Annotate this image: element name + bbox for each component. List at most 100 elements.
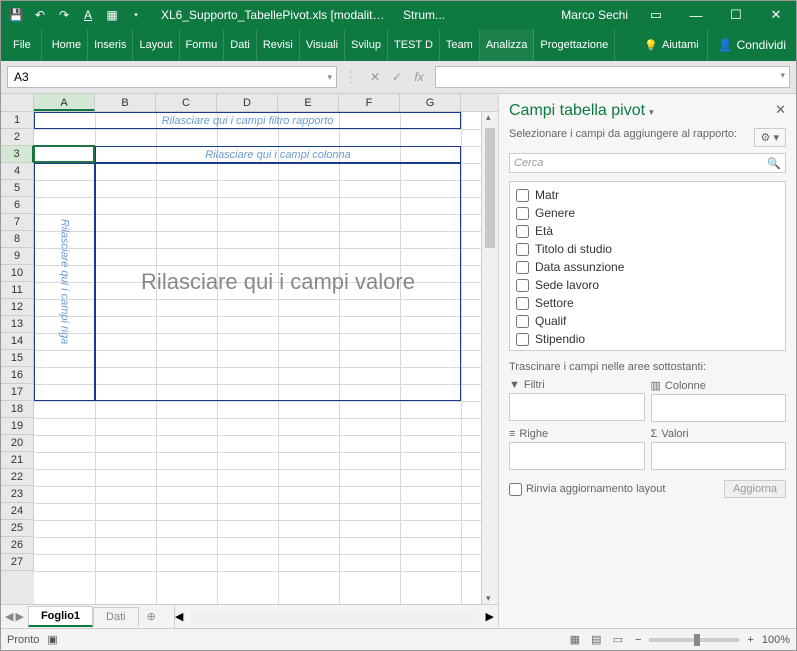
view-pagebreak-icon[interactable]: ▭ [609,634,627,646]
row-header-14[interactable]: 14 [1,333,34,350]
field-checkbox[interactable] [516,297,529,310]
field-list[interactable]: MatrGenereEtàTitolo di studioData assunz… [509,181,786,351]
field-item[interactable]: Qualif [514,312,781,330]
row-header-26[interactable]: 26 [1,537,34,554]
pivot-values-drop[interactable]: Rilasciare qui i campi valore [95,163,461,401]
row-header-23[interactable]: 23 [1,486,34,503]
tab-view[interactable]: Visuali [300,29,345,61]
update-button[interactable]: Aggiorna [724,480,786,498]
row-header-3[interactable]: 3 [1,146,34,163]
add-sheet-icon[interactable]: ⊕ [139,610,164,623]
pane-layout-gear[interactable]: ⚙ ▾ [754,128,786,147]
view-pagelayout-icon[interactable]: ▤ [587,634,605,646]
close-icon[interactable]: ✕ [756,1,796,29]
tab-test[interactable]: TEST D [388,29,440,61]
redo-icon[interactable]: ↷ [55,6,73,24]
row-header-27[interactable]: 27 [1,554,34,571]
field-checkbox[interactable] [516,189,529,202]
row-header-17[interactable]: 17 [1,384,34,401]
field-item[interactable]: Genere [514,204,781,222]
tab-formulas[interactable]: Formu [180,29,225,61]
formula-input[interactable] [435,66,790,88]
qat-more-icon[interactable]: ▦ [103,6,121,24]
sheet-tab-foglio1[interactable]: Foglio1 [28,606,93,627]
row-header-1[interactable]: 1 [1,112,34,129]
row-header-8[interactable]: 8 [1,231,34,248]
pane-title-dropdown-icon[interactable]: ▾ [649,107,654,117]
col-header-D[interactable]: D [217,94,278,111]
tell-me[interactable]: 💡Aiutami [636,29,706,61]
field-item[interactable]: Sede lavoro [514,276,781,294]
enter-icon[interactable]: ✓ [387,70,407,84]
row-header-13[interactable]: 13 [1,316,34,333]
ribbon-options-icon[interactable]: ▭ [636,1,676,29]
save-icon[interactable]: 💾 [7,6,25,24]
pane-close-icon[interactable]: ✕ [775,102,786,118]
row-header-20[interactable]: 20 [1,435,34,452]
undo-icon[interactable]: ↶ [31,6,49,24]
select-all-corner[interactable] [1,94,34,111]
horizontal-scrollbar[interactable]: ◀▶ [174,605,498,628]
row-header-10[interactable]: 10 [1,265,34,282]
qat-dropdown-icon[interactable]: ▾ [127,6,145,24]
zoom-level[interactable]: 100% [762,634,790,646]
field-item[interactable]: Data assunzione [514,258,781,276]
tab-data[interactable]: Dati [224,29,257,61]
row-header-2[interactable]: 2 [1,129,34,146]
field-search-input[interactable]: Cerca 🔍 [509,153,786,173]
field-item[interactable]: Età [514,222,781,240]
tab-design[interactable]: Progettazione [534,29,615,61]
tab-review[interactable]: Revisi [257,29,300,61]
sheet-nav-prev-icon[interactable]: ◀ [5,610,13,623]
vertical-scrollbar[interactable] [481,112,498,604]
pivot-columns-drop[interactable]: Rilasciare qui i campi colonna [95,146,461,163]
row-header-7[interactable]: 7 [1,214,34,231]
row-header-6[interactable]: 6 [1,197,34,214]
cell-grid[interactable]: Rilasciare qui i campi filtro rapporto R… [34,112,481,604]
fx-icon[interactable]: fx [409,70,429,84]
field-checkbox[interactable] [516,279,529,292]
col-header-A[interactable]: A [34,94,95,111]
tab-analyze[interactable]: Analizza [480,29,535,61]
zoom-slider[interactable] [649,638,739,642]
tab-home[interactable]: Home [46,29,88,61]
sheet-nav-next-icon[interactable]: ▶ [15,610,23,623]
zoom-out-icon[interactable]: − [635,634,641,646]
name-box[interactable]: A3 [7,66,337,88]
row-header-24[interactable]: 24 [1,503,34,520]
sheet-tab-dati[interactable]: Dati [93,607,139,626]
row-header-18[interactable]: 18 [1,401,34,418]
contextual-tab-label[interactable]: Strum... [399,8,449,22]
row-header-25[interactable]: 25 [1,520,34,537]
pivot-rows-drop[interactable]: Rilasciare qui i campi riga [34,163,95,401]
col-header-F[interactable]: F [339,94,400,111]
field-item[interactable]: Titolo di studio [514,240,781,258]
maximize-icon[interactable]: ☐ [716,1,756,29]
tab-insert[interactable]: Inseris [88,29,133,61]
zoom-in-icon[interactable]: + [747,634,753,646]
field-item[interactable]: Matr [514,186,781,204]
field-checkbox[interactable] [516,315,529,328]
row-header-21[interactable]: 21 [1,452,34,469]
row-header-5[interactable]: 5 [1,180,34,197]
dropzone-rows[interactable]: ≡Righe [509,428,645,470]
col-header-E[interactable]: E [278,94,339,111]
user-name[interactable]: Marco Sechi [553,8,636,22]
tab-developer[interactable]: Svilup [345,29,388,61]
minimize-icon[interactable]: — [676,1,716,29]
col-header-G[interactable]: G [400,94,461,111]
cancel-icon[interactable]: ✕ [365,70,385,84]
field-item[interactable]: Stipendio [514,330,781,348]
col-header-C[interactable]: C [156,94,217,111]
row-header-12[interactable]: 12 [1,299,34,316]
dropzone-columns[interactable]: ▥Colonne [651,379,787,422]
field-checkbox[interactable] [516,225,529,238]
view-normal-icon[interactable]: ▦ [566,634,584,646]
pivot-filter-drop[interactable]: Rilasciare qui i campi filtro rapporto [34,112,461,129]
field-checkbox[interactable] [516,207,529,220]
field-checkbox[interactable] [516,261,529,274]
tab-team[interactable]: Team [440,29,480,61]
row-header-15[interactable]: 15 [1,350,34,367]
macro-record-icon[interactable]: ▣ [47,633,57,646]
tab-layout[interactable]: Layout [133,29,179,61]
